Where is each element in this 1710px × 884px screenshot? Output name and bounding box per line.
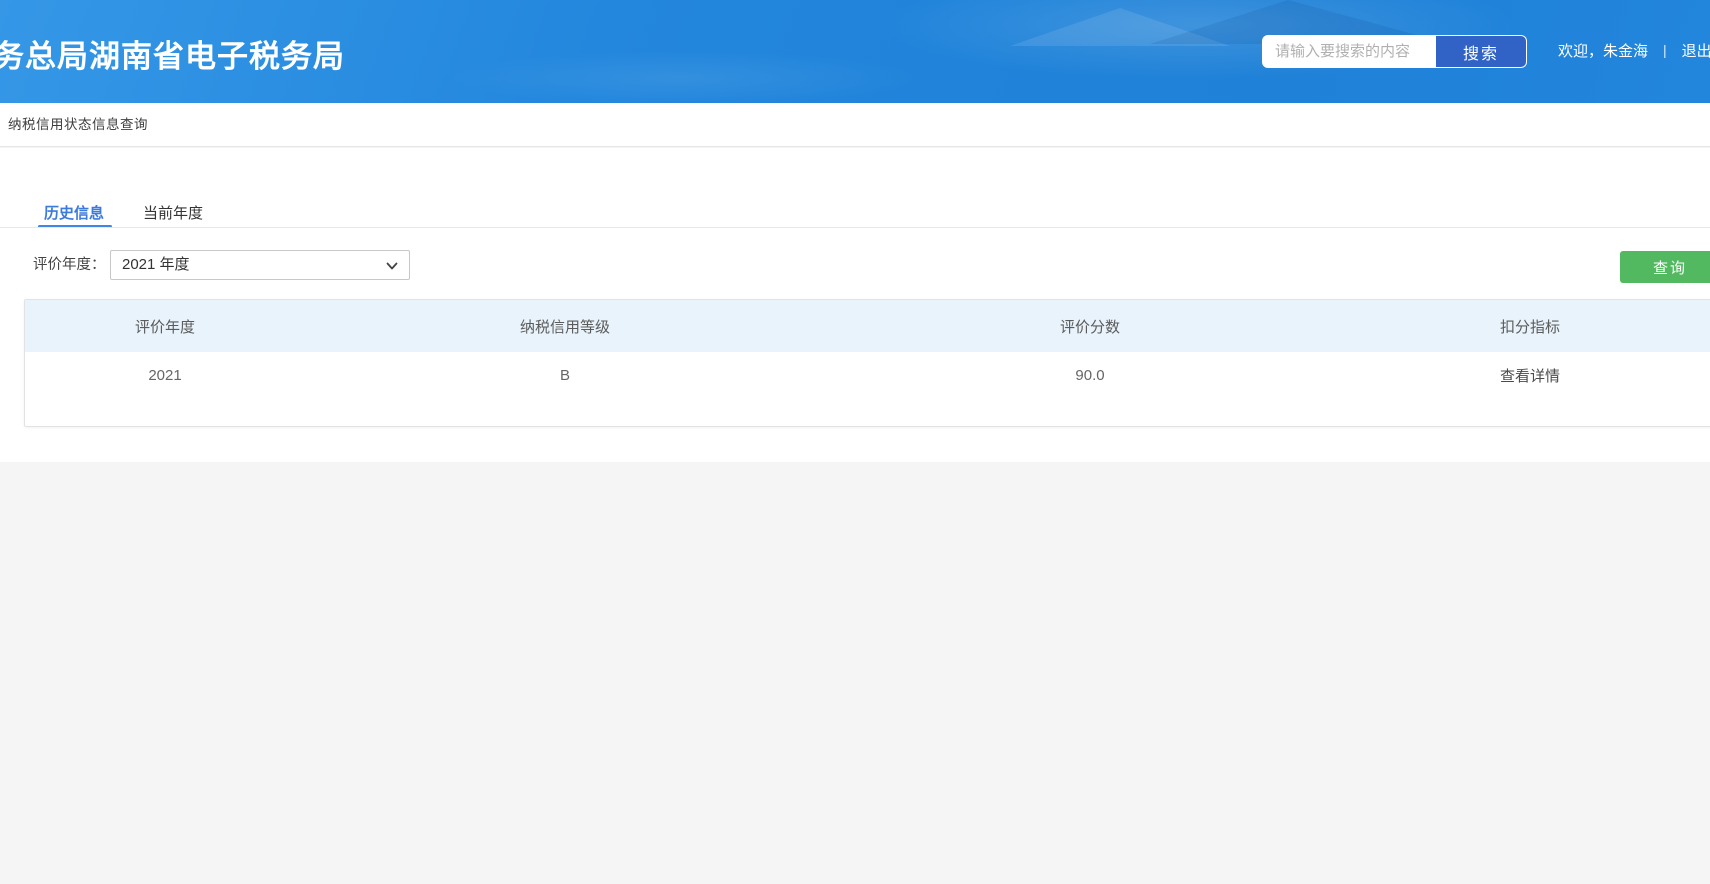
tab-bar-divider	[0, 227, 1710, 228]
table-header-cell: 评价年度	[25, 300, 305, 352]
table-cell-score: 90.0	[825, 352, 1355, 398]
tab-current-year[interactable]: 当前年度	[143, 202, 203, 223]
evaluation-year-select[interactable]: 2021 年度	[110, 250, 410, 280]
chevron-down-icon	[385, 259, 399, 273]
table-header-row: 评价年度 纳税信用等级 评价分数 扣分指标	[25, 300, 1710, 352]
table-header-cell: 评价分数	[825, 300, 1355, 352]
table-header-cell: 纳税信用等级	[305, 300, 825, 352]
table-row: 2021 B 90.0 查看详情	[25, 352, 1710, 398]
main-content: 历史信息 当前年度 评价年度： 2021 年度 查询 评价年度 纳税信用等级	[0, 148, 1710, 462]
search-button[interactable]: 搜索	[1436, 36, 1526, 67]
user-separator: |	[1663, 42, 1667, 58]
selected-year-value: 2021 年度	[122, 251, 190, 279]
results-table-card: 评价年度 纳税信用等级 评价分数 扣分指标 2021 B 90.0 查看详情	[24, 299, 1710, 427]
header-search: 搜索	[1262, 35, 1527, 68]
app-title: 务总局湖南省电子税务局	[0, 31, 345, 76]
table-cell-year: 2021	[25, 352, 305, 398]
header-background-art	[420, 48, 940, 103]
page-viewport: 务总局湖南省电子税务局 搜索 欢迎，朱金海 | 退出 纳税信用状态信息查询 历史…	[0, 0, 1710, 884]
breadcrumb-bar: 纳税信用状态信息查询	[0, 103, 1710, 147]
app-header: 务总局湖南省电子税务局 搜索 欢迎，朱金海 | 退出	[0, 0, 1710, 103]
user-area: 欢迎，朱金海 | 退出	[1558, 40, 1710, 60]
results-table: 评价年度 纳税信用等级 评价分数 扣分指标 2021 B 90.0 查看详情	[25, 300, 1710, 398]
table-header-cell	[1705, 300, 1710, 352]
page-bottom-background	[0, 462, 1710, 884]
view-details-link[interactable]: 查看详情	[1500, 368, 1560, 385]
table-cell-credit-level: B	[305, 352, 825, 398]
tab-history-info[interactable]: 历史信息	[44, 202, 104, 223]
logout-link[interactable]: 退出	[1682, 40, 1710, 61]
breadcrumb: 纳税信用状态信息查询	[8, 103, 148, 147]
welcome-text: 欢迎，朱金海	[1558, 40, 1648, 61]
table-header-cell: 扣分指标	[1355, 300, 1705, 352]
evaluation-year-label: 评价年度：	[33, 250, 106, 280]
query-button[interactable]: 查询	[1620, 251, 1710, 283]
search-input[interactable]	[1263, 36, 1436, 67]
